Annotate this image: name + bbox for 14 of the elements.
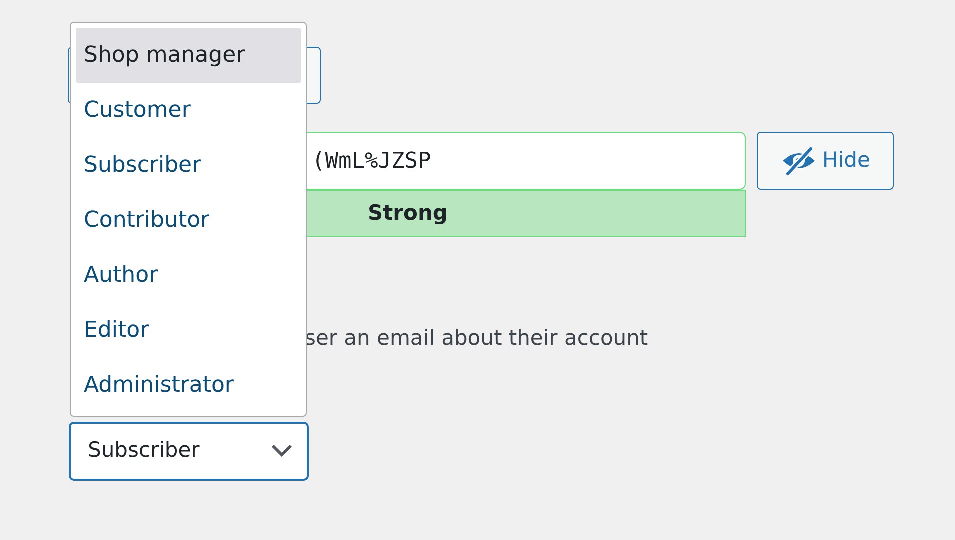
hide-button[interactable]: Hide <box>757 132 894 190</box>
role-option[interactable]: Shop manager <box>76 28 301 83</box>
eye-slash-icon <box>780 146 817 176</box>
role-select[interactable]: Subscriber <box>69 422 309 480</box>
password-field[interactable]: (WmL%JZSP <box>306 132 746 190</box>
role-option[interactable]: Subscriber <box>76 138 301 193</box>
role-option[interactable]: Administrator <box>76 358 301 413</box>
chevron-down-icon <box>271 444 293 458</box>
notify-label: ser an email about their account <box>305 325 650 352</box>
role-option[interactable]: Author <box>76 248 301 303</box>
strength-meter: Strong <box>306 190 746 237</box>
role-option[interactable]: Customer <box>76 83 301 138</box>
role-option[interactable]: Contributor <box>76 193 301 248</box>
role-option[interactable]: Editor <box>76 303 301 358</box>
